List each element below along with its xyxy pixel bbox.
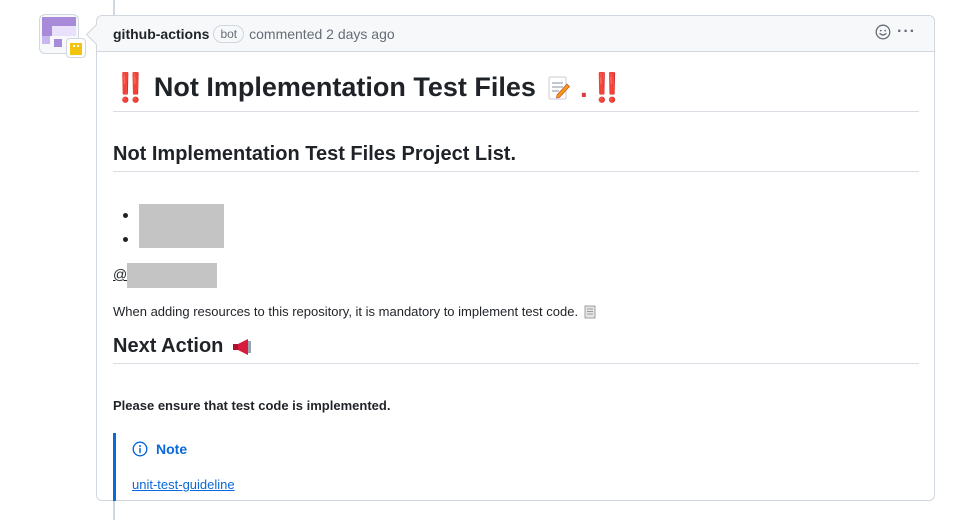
megaphone-icon — [233, 338, 252, 355]
bot-label: bot — [213, 24, 245, 43]
next-action-text: Next Action — [113, 335, 224, 357]
avatar-pixel — [42, 36, 50, 44]
note-title: Note — [132, 441, 187, 457]
double-exclamation-icon: ‼️ — [113, 72, 148, 103]
redacted-project-list — [139, 204, 224, 248]
avatar-pixel — [54, 39, 62, 47]
info-icon — [132, 441, 148, 457]
kebab-horizontal-icon[interactable]: ··· — [897, 24, 916, 40]
author-link[interactable]: github-actions — [113, 26, 209, 42]
note-title-text: Note — [156, 441, 188, 457]
title-suffix: . ‼️ — [579, 72, 624, 103]
app-badge-icon — [66, 38, 86, 58]
list-bullet — [123, 213, 128, 218]
avatar-pixel — [42, 26, 52, 36]
title-heading: ‼️ Not Implementation Test Files . ‼️ — [113, 70, 919, 112]
project-list-heading: Not Implementation Test Files Project Li… — [113, 138, 919, 172]
comment-timestamp[interactable]: commented 2 days ago — [249, 26, 395, 42]
note-callout: Note unit-test-guideline — [113, 433, 919, 501]
resource-note-text: When adding resources to this repository… — [113, 304, 579, 319]
scroll-icon — [584, 305, 596, 318]
redacted-username — [127, 263, 217, 288]
next-action-heading: Next Action — [113, 330, 919, 364]
memo-icon — [548, 76, 570, 99]
smiley-icon[interactable] — [875, 24, 891, 40]
header-actions: ··· — [875, 24, 916, 40]
comment-box: github-actions bot commented 2 days ago … — [85, 15, 935, 501]
user-mention[interactable]: @ — [113, 266, 127, 282]
avatar-pixel — [52, 26, 76, 36]
badge-eye — [73, 45, 75, 47]
badge-eye — [77, 45, 79, 47]
unit-test-guideline-link[interactable]: unit-test-guideline — [132, 477, 235, 492]
avatar-pixel — [42, 17, 76, 26]
resource-note: When adding resources to this repository… — [113, 304, 596, 319]
ensure-text: Please ensure that test code is implemen… — [113, 398, 391, 413]
list-bullet — [123, 237, 128, 242]
badge-shape — [70, 43, 82, 55]
comment-header: github-actions bot commented 2 days ago … — [97, 16, 934, 52]
title-text: Not Implementation Test Files — [153, 72, 536, 102]
